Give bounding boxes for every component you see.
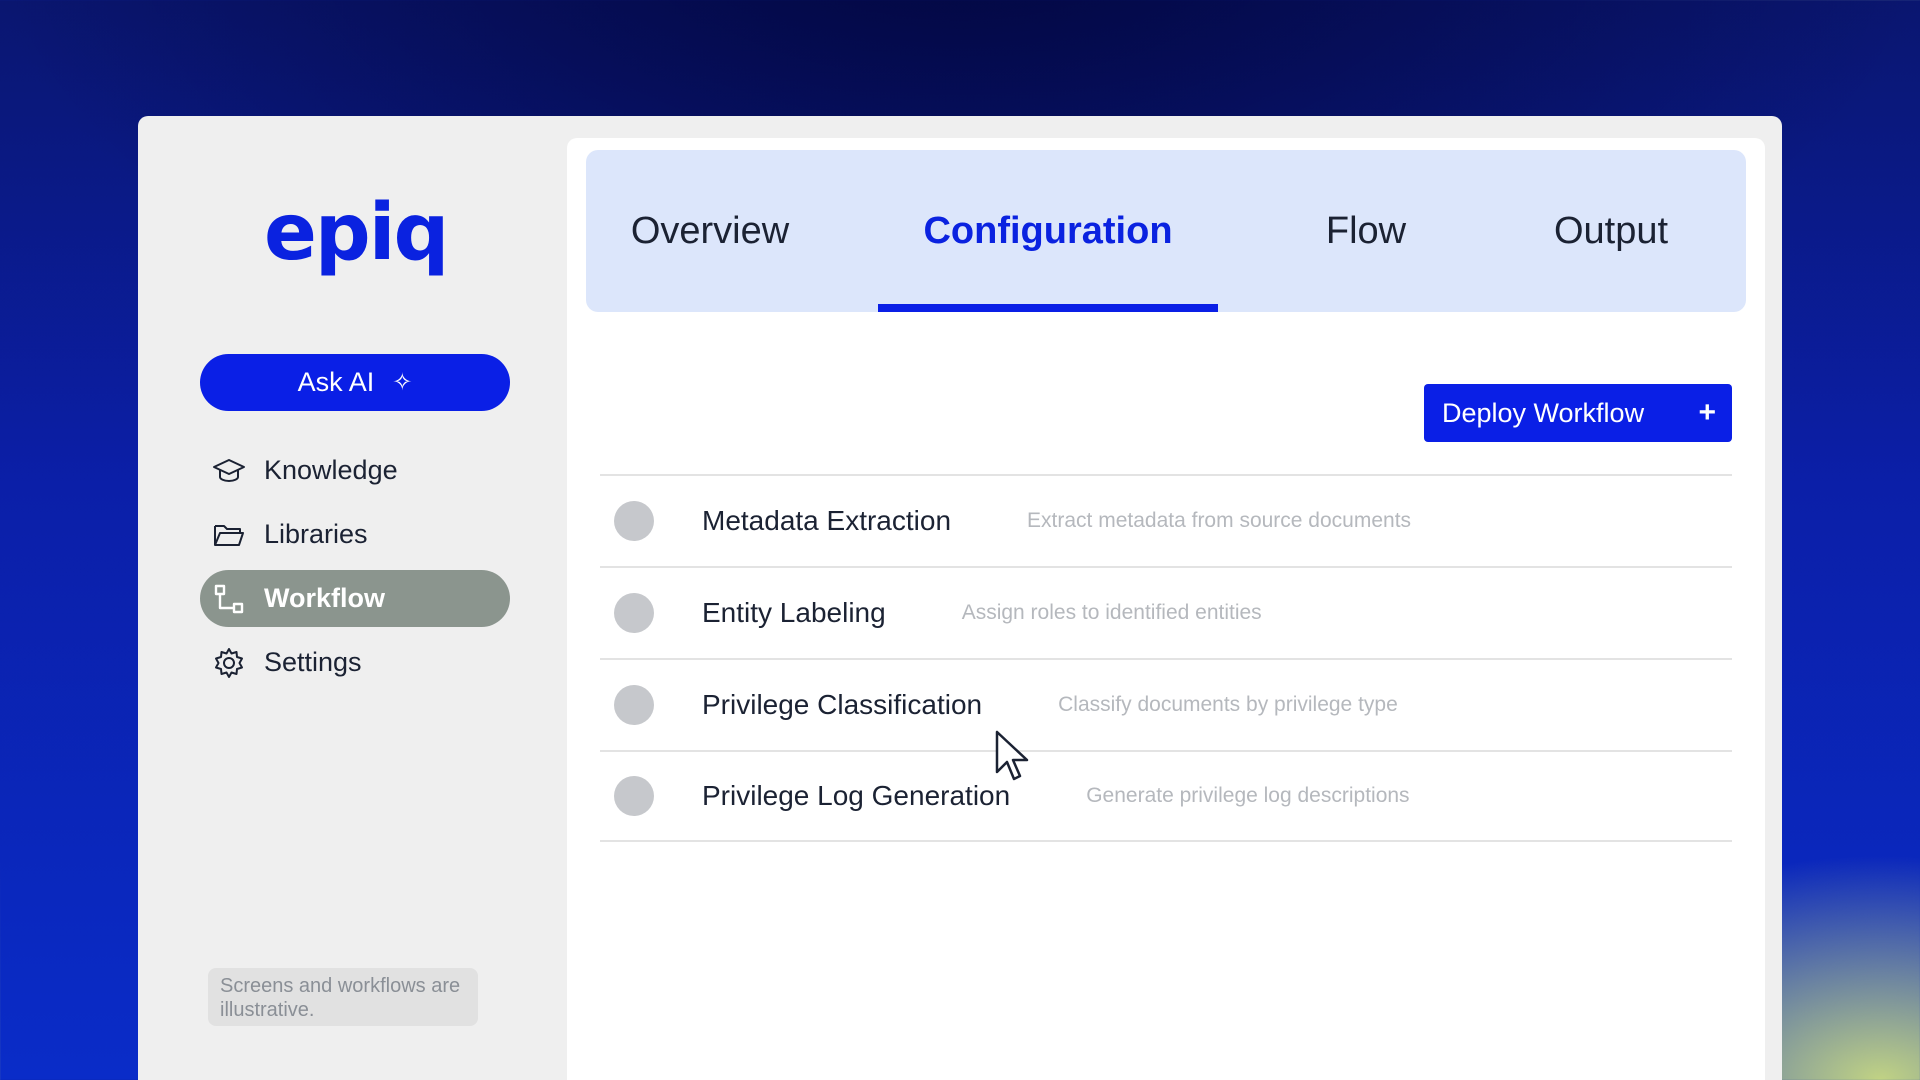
sidebar-nav: Knowledge Libraries Workflow Settings <box>200 442 510 698</box>
tab-bar: Overview Configuration Flow Output <box>586 150 1746 312</box>
sidebar-item-libraries[interactable]: Libraries <box>200 506 510 563</box>
plus-icon: + <box>1698 396 1716 429</box>
tab-flow[interactable]: Flow <box>1266 150 1466 312</box>
step-status-dot <box>614 593 654 633</box>
ask-ai-label: Ask AI <box>297 367 375 397</box>
active-tab-indicator <box>878 304 1218 312</box>
sidebar-item-label: Libraries <box>264 519 368 549</box>
deploy-workflow-button[interactable]: Deploy Workflow + <box>1424 384 1732 442</box>
sidebar-item-label: Knowledge <box>264 455 398 485</box>
sidebar-item-label: Workflow <box>264 583 385 613</box>
ask-ai-button[interactable]: Ask AI ✧ <box>200 354 510 411</box>
step-description: Assign roles to identified entities <box>961 601 1262 624</box>
sparkle-icon: ✧ <box>392 369 413 396</box>
sidebar-item-workflow[interactable]: Workflow <box>200 570 510 627</box>
graduation-cap-icon <box>210 452 248 490</box>
step-description: Generate privilege log descriptions <box>1086 784 1410 807</box>
workflow-steps-list: Metadata Extraction Extract metadata fro… <box>600 474 1732 842</box>
step-name: Privilege Log Generation <box>702 780 1011 811</box>
sidebar-item-settings[interactable]: Settings <box>200 634 510 691</box>
step-name: Entity Labeling <box>702 597 886 628</box>
tab-output[interactable]: Output <box>1506 150 1716 312</box>
step-name: Metadata Extraction <box>702 505 952 536</box>
step-description: Classify documents by privilege type <box>1058 693 1398 716</box>
workflow-step[interactable]: Metadata Extraction Extract metadata fro… <box>600 474 1732 566</box>
step-description: Extract metadata from source documents <box>1027 509 1412 532</box>
folder-open-icon <box>210 516 248 554</box>
sidebar-item-label: Settings <box>264 647 362 677</box>
step-status-dot <box>614 501 654 541</box>
step-status-dot <box>614 776 654 816</box>
deploy-workflow-label: Deploy Workflow <box>1442 397 1645 428</box>
mouse-cursor-icon <box>995 730 1029 781</box>
workflow-step[interactable]: Privilege Classification Classify docume… <box>600 658 1732 750</box>
workflow-step[interactable]: Privilege Log Generation Generate privil… <box>600 750 1732 842</box>
gear-icon <box>210 644 248 682</box>
disclaimer-note: Screens and workflows are illustrative. <box>208 968 478 1026</box>
step-status-dot <box>614 685 654 725</box>
sidebar: epiq Ask AI ✧ Knowledge Libraries Workfl… <box>138 116 568 1080</box>
tab-overview[interactable]: Overview <box>586 150 834 312</box>
workflow-step[interactable]: Entity Labeling Assign roles to identifi… <box>600 566 1732 658</box>
tab-configuration[interactable]: Configuration <box>878 150 1218 312</box>
main-panel: Overview Configuration Flow Output Deplo… <box>567 138 1765 1080</box>
sidebar-item-knowledge[interactable]: Knowledge <box>200 442 510 499</box>
step-name: Privilege Classification <box>702 689 983 720</box>
epiq-logo: epiq <box>264 188 449 278</box>
app-window: epiq Ask AI ✧ Knowledge Libraries Workfl… <box>138 116 1782 1080</box>
workflow-icon <box>210 580 248 618</box>
